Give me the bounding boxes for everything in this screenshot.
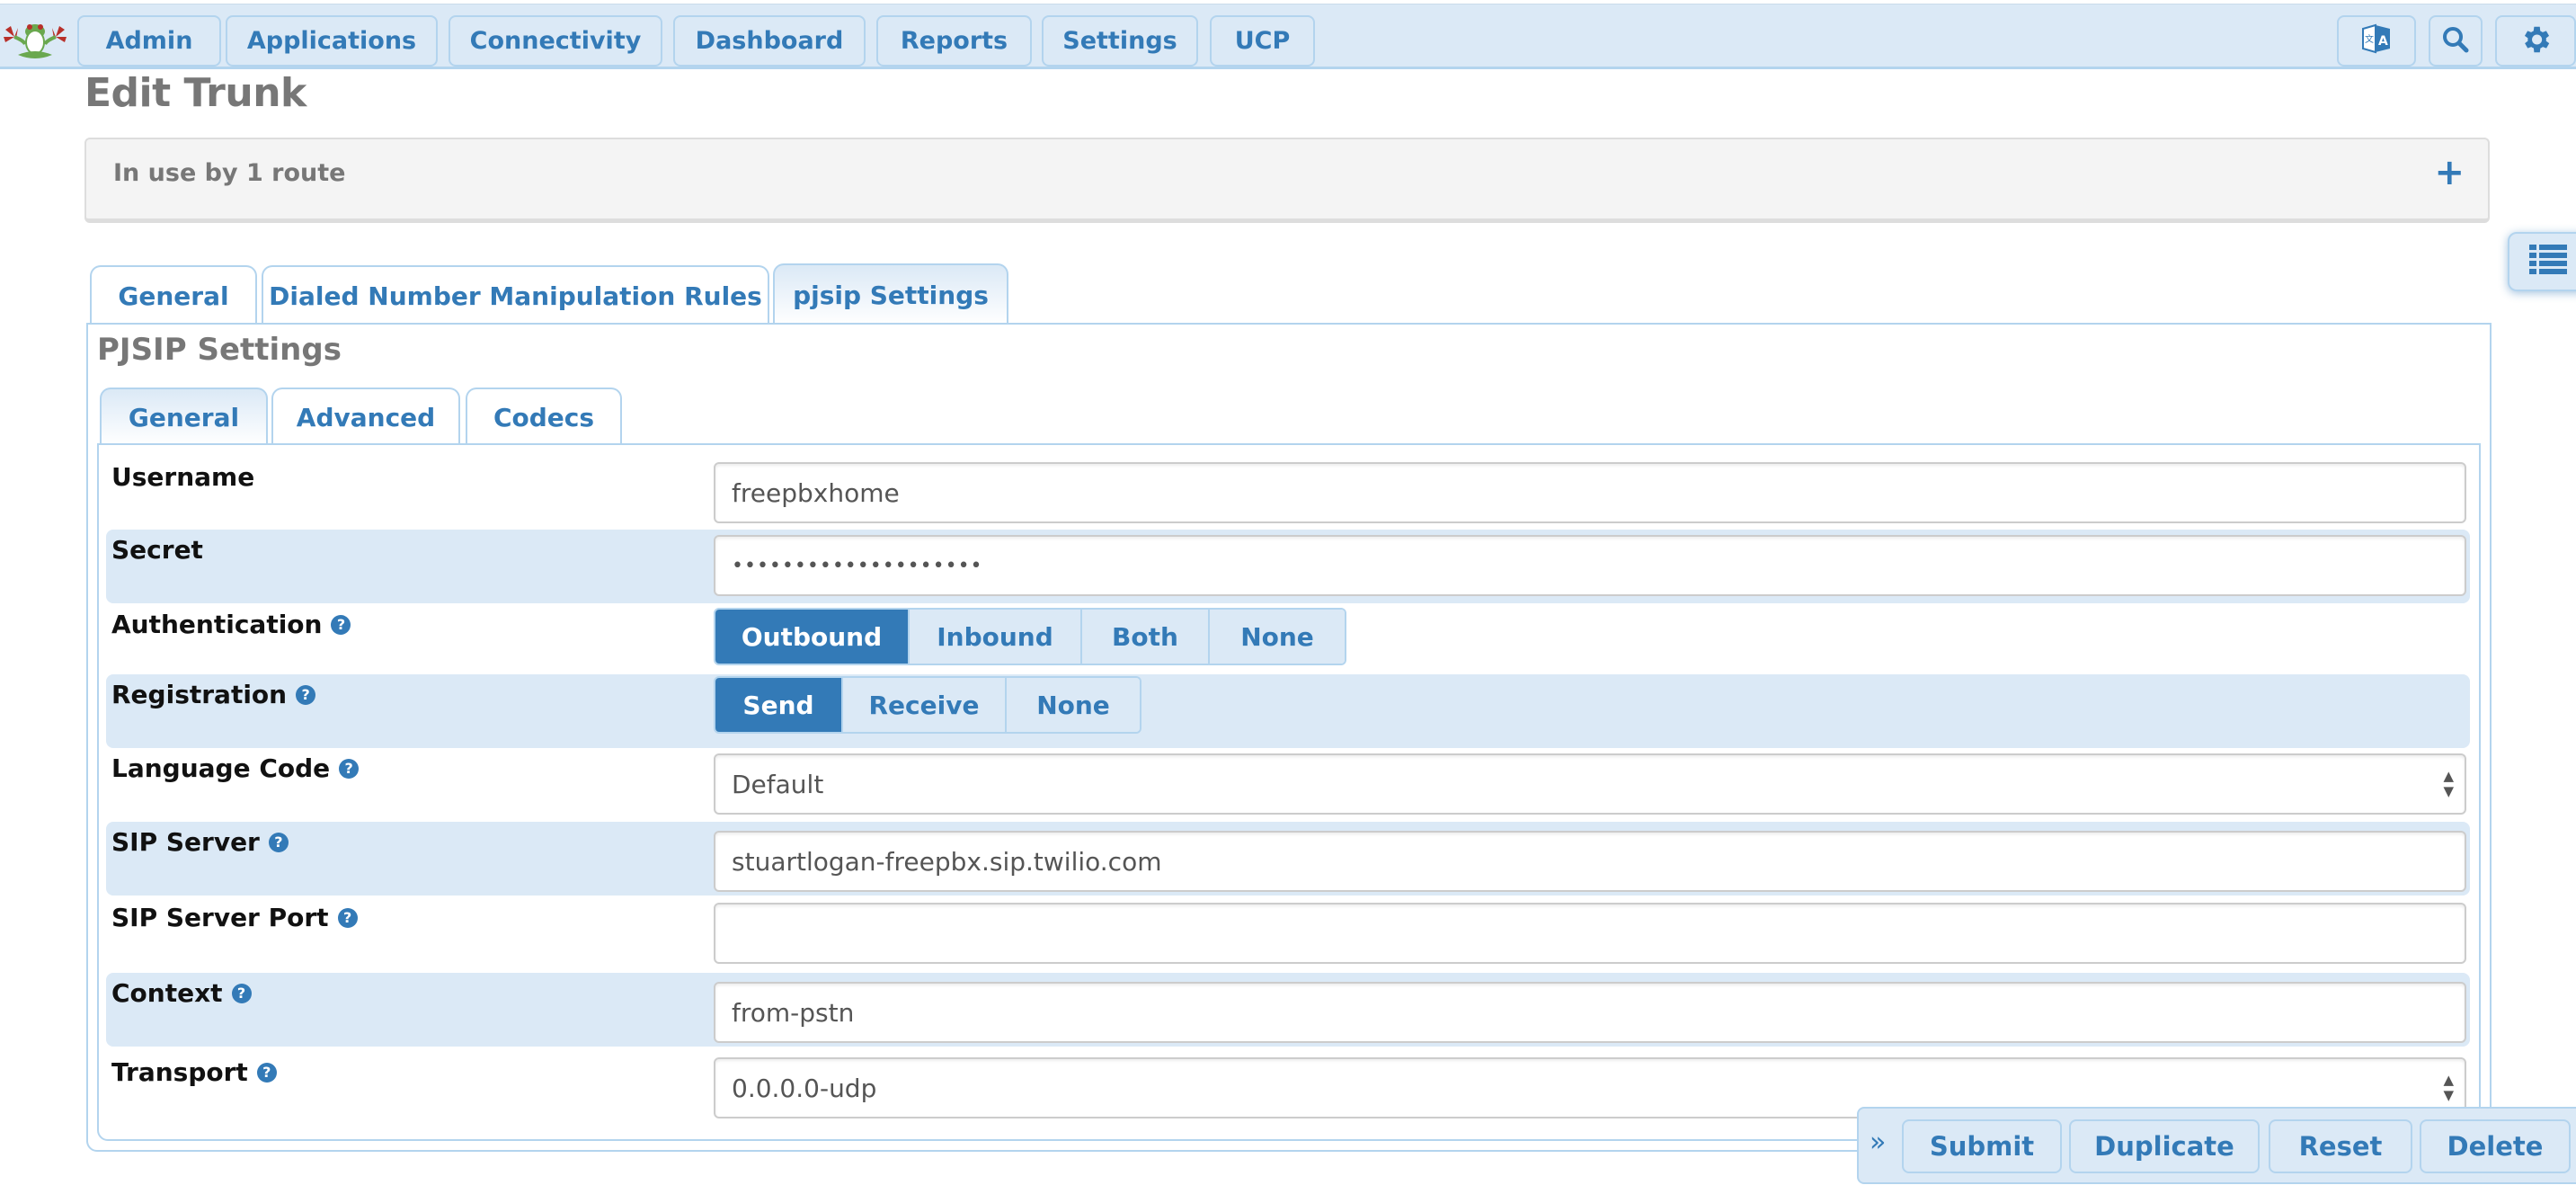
transport-label: Transport ? bbox=[111, 1057, 277, 1087]
auth-outbound[interactable]: Outbound bbox=[715, 610, 908, 664]
duplicate-button[interactable]: Duplicate bbox=[2069, 1119, 2260, 1173]
username-input[interactable]: freepbxhome bbox=[714, 462, 2466, 523]
submit-button[interactable]: Submit bbox=[1902, 1119, 2062, 1173]
form-row-context: Context ? from-pstn bbox=[106, 973, 2470, 1047]
sip-server-port-input[interactable] bbox=[714, 903, 2466, 964]
tab-pjsip-settings[interactable]: pjsip Settings bbox=[773, 263, 1008, 325]
registration-none[interactable]: None bbox=[1005, 678, 1140, 732]
registration-send[interactable]: Send bbox=[715, 678, 841, 732]
registration-label: Registration ? bbox=[111, 680, 316, 709]
auth-none[interactable]: None bbox=[1208, 610, 1345, 664]
secret-input[interactable]: •••••••••••••••••••• bbox=[714, 535, 2466, 596]
list-icon bbox=[2529, 245, 2567, 279]
delete-button[interactable]: Delete bbox=[2420, 1119, 2571, 1173]
form-row-registration: Registration ? Send Receive None bbox=[106, 674, 2470, 748]
page-title: Edit Trunk bbox=[84, 70, 306, 116]
freepbx-logo[interactable] bbox=[2, 17, 68, 62]
nav-ucp[interactable]: UCP bbox=[1210, 15, 1315, 67]
form-row-sip-server: SIP Server ? stuartlogan-freepbx.sip.twi… bbox=[106, 822, 2470, 896]
nav-applications[interactable]: Applications bbox=[226, 15, 438, 67]
context-label: Context ? bbox=[111, 978, 252, 1008]
context-input[interactable]: from-pstn bbox=[714, 982, 2466, 1043]
top-navbar: Admin Applications Connectivity Dashboar… bbox=[0, 4, 2576, 69]
help-icon[interactable]: ? bbox=[296, 684, 316, 705]
registration-toggle: Send Receive None bbox=[714, 676, 1141, 734]
language-code-label: Language Code ? bbox=[111, 753, 360, 783]
help-icon[interactable]: ? bbox=[256, 1062, 277, 1083]
inner-tab-advanced[interactable]: Advanced bbox=[271, 388, 460, 445]
select-arrows-icon: ▲ ▼ bbox=[2443, 768, 2454, 799]
form-row-authentication: Authentication ? Outbound Inbound Both N… bbox=[106, 604, 2470, 674]
nav-admin[interactable]: Admin bbox=[77, 15, 221, 67]
search-button[interactable] bbox=[2429, 15, 2483, 67]
form-row-secret: Secret •••••••••••••••••••• bbox=[106, 530, 2470, 603]
svg-text:文: 文 bbox=[2365, 33, 2374, 45]
inner-tab-codecs[interactable]: Codecs bbox=[466, 388, 622, 445]
form-row-username: Username freepbxhome bbox=[106, 457, 2470, 530]
tab-dialed-number-manipulation-rules[interactable]: Dialed Number Manipulation Rules bbox=[262, 265, 769, 325]
reset-button[interactable]: Reset bbox=[2269, 1119, 2412, 1173]
username-label: Username bbox=[111, 462, 255, 492]
section-title: PJSIP Settings bbox=[97, 332, 342, 368]
in-use-panel[interactable]: In use by 1 route + bbox=[84, 138, 2490, 223]
select-arrows-icon: ▲ ▼ bbox=[2443, 1072, 2454, 1103]
language-code-select[interactable]: Default ▲ ▼ bbox=[714, 753, 2466, 815]
help-icon[interactable]: ? bbox=[339, 758, 360, 779]
secret-label: Secret bbox=[111, 535, 203, 565]
nav-settings[interactable]: Settings bbox=[1042, 15, 1198, 67]
settings-button[interactable] bbox=[2495, 15, 2576, 67]
language-translate-icon: A 文 bbox=[2360, 23, 2393, 59]
tab-general[interactable]: General bbox=[90, 265, 257, 325]
search-icon bbox=[2441, 25, 2470, 58]
in-use-text: In use by 1 route bbox=[113, 159, 346, 187]
help-icon[interactable]: ? bbox=[331, 614, 351, 635]
authentication-toggle: Outbound Inbound Both None bbox=[714, 608, 1346, 665]
side-list-toggle[interactable] bbox=[2508, 232, 2576, 291]
gear-icon bbox=[2518, 22, 2553, 60]
form-row-sip-server-port: SIP Server Port ? bbox=[106, 897, 2470, 971]
nav-dashboard[interactable]: Dashboard bbox=[673, 15, 866, 67]
nav-connectivity[interactable]: Connectivity bbox=[449, 15, 662, 67]
registration-receive[interactable]: Receive bbox=[841, 678, 1005, 732]
auth-inbound[interactable]: Inbound bbox=[908, 610, 1080, 664]
sip-server-label: SIP Server ? bbox=[111, 827, 289, 857]
collapse-action-bar-icon[interactable]: » bbox=[1870, 1127, 1886, 1158]
language-button[interactable]: A 文 bbox=[2337, 15, 2416, 67]
authentication-label: Authentication ? bbox=[111, 610, 351, 639]
expand-plus-icon[interactable]: + bbox=[2434, 152, 2465, 193]
form-row-language-code: Language Code ? Default ▲ ▼ bbox=[106, 748, 2470, 822]
help-icon[interactable]: ? bbox=[268, 832, 289, 852]
svg-text:A: A bbox=[2378, 34, 2388, 49]
inner-tab-general[interactable]: General bbox=[100, 388, 268, 445]
help-icon[interactable]: ? bbox=[231, 983, 252, 1003]
nav-reports[interactable]: Reports bbox=[876, 15, 1032, 67]
action-bar: » Submit Duplicate Reset Delete bbox=[1857, 1107, 2576, 1184]
auth-both[interactable]: Both bbox=[1080, 610, 1208, 664]
sip-server-input[interactable]: stuartlogan-freepbx.sip.twilio.com bbox=[714, 831, 2466, 892]
help-icon[interactable]: ? bbox=[337, 907, 358, 928]
sip-server-port-label: SIP Server Port ? bbox=[111, 903, 358, 932]
